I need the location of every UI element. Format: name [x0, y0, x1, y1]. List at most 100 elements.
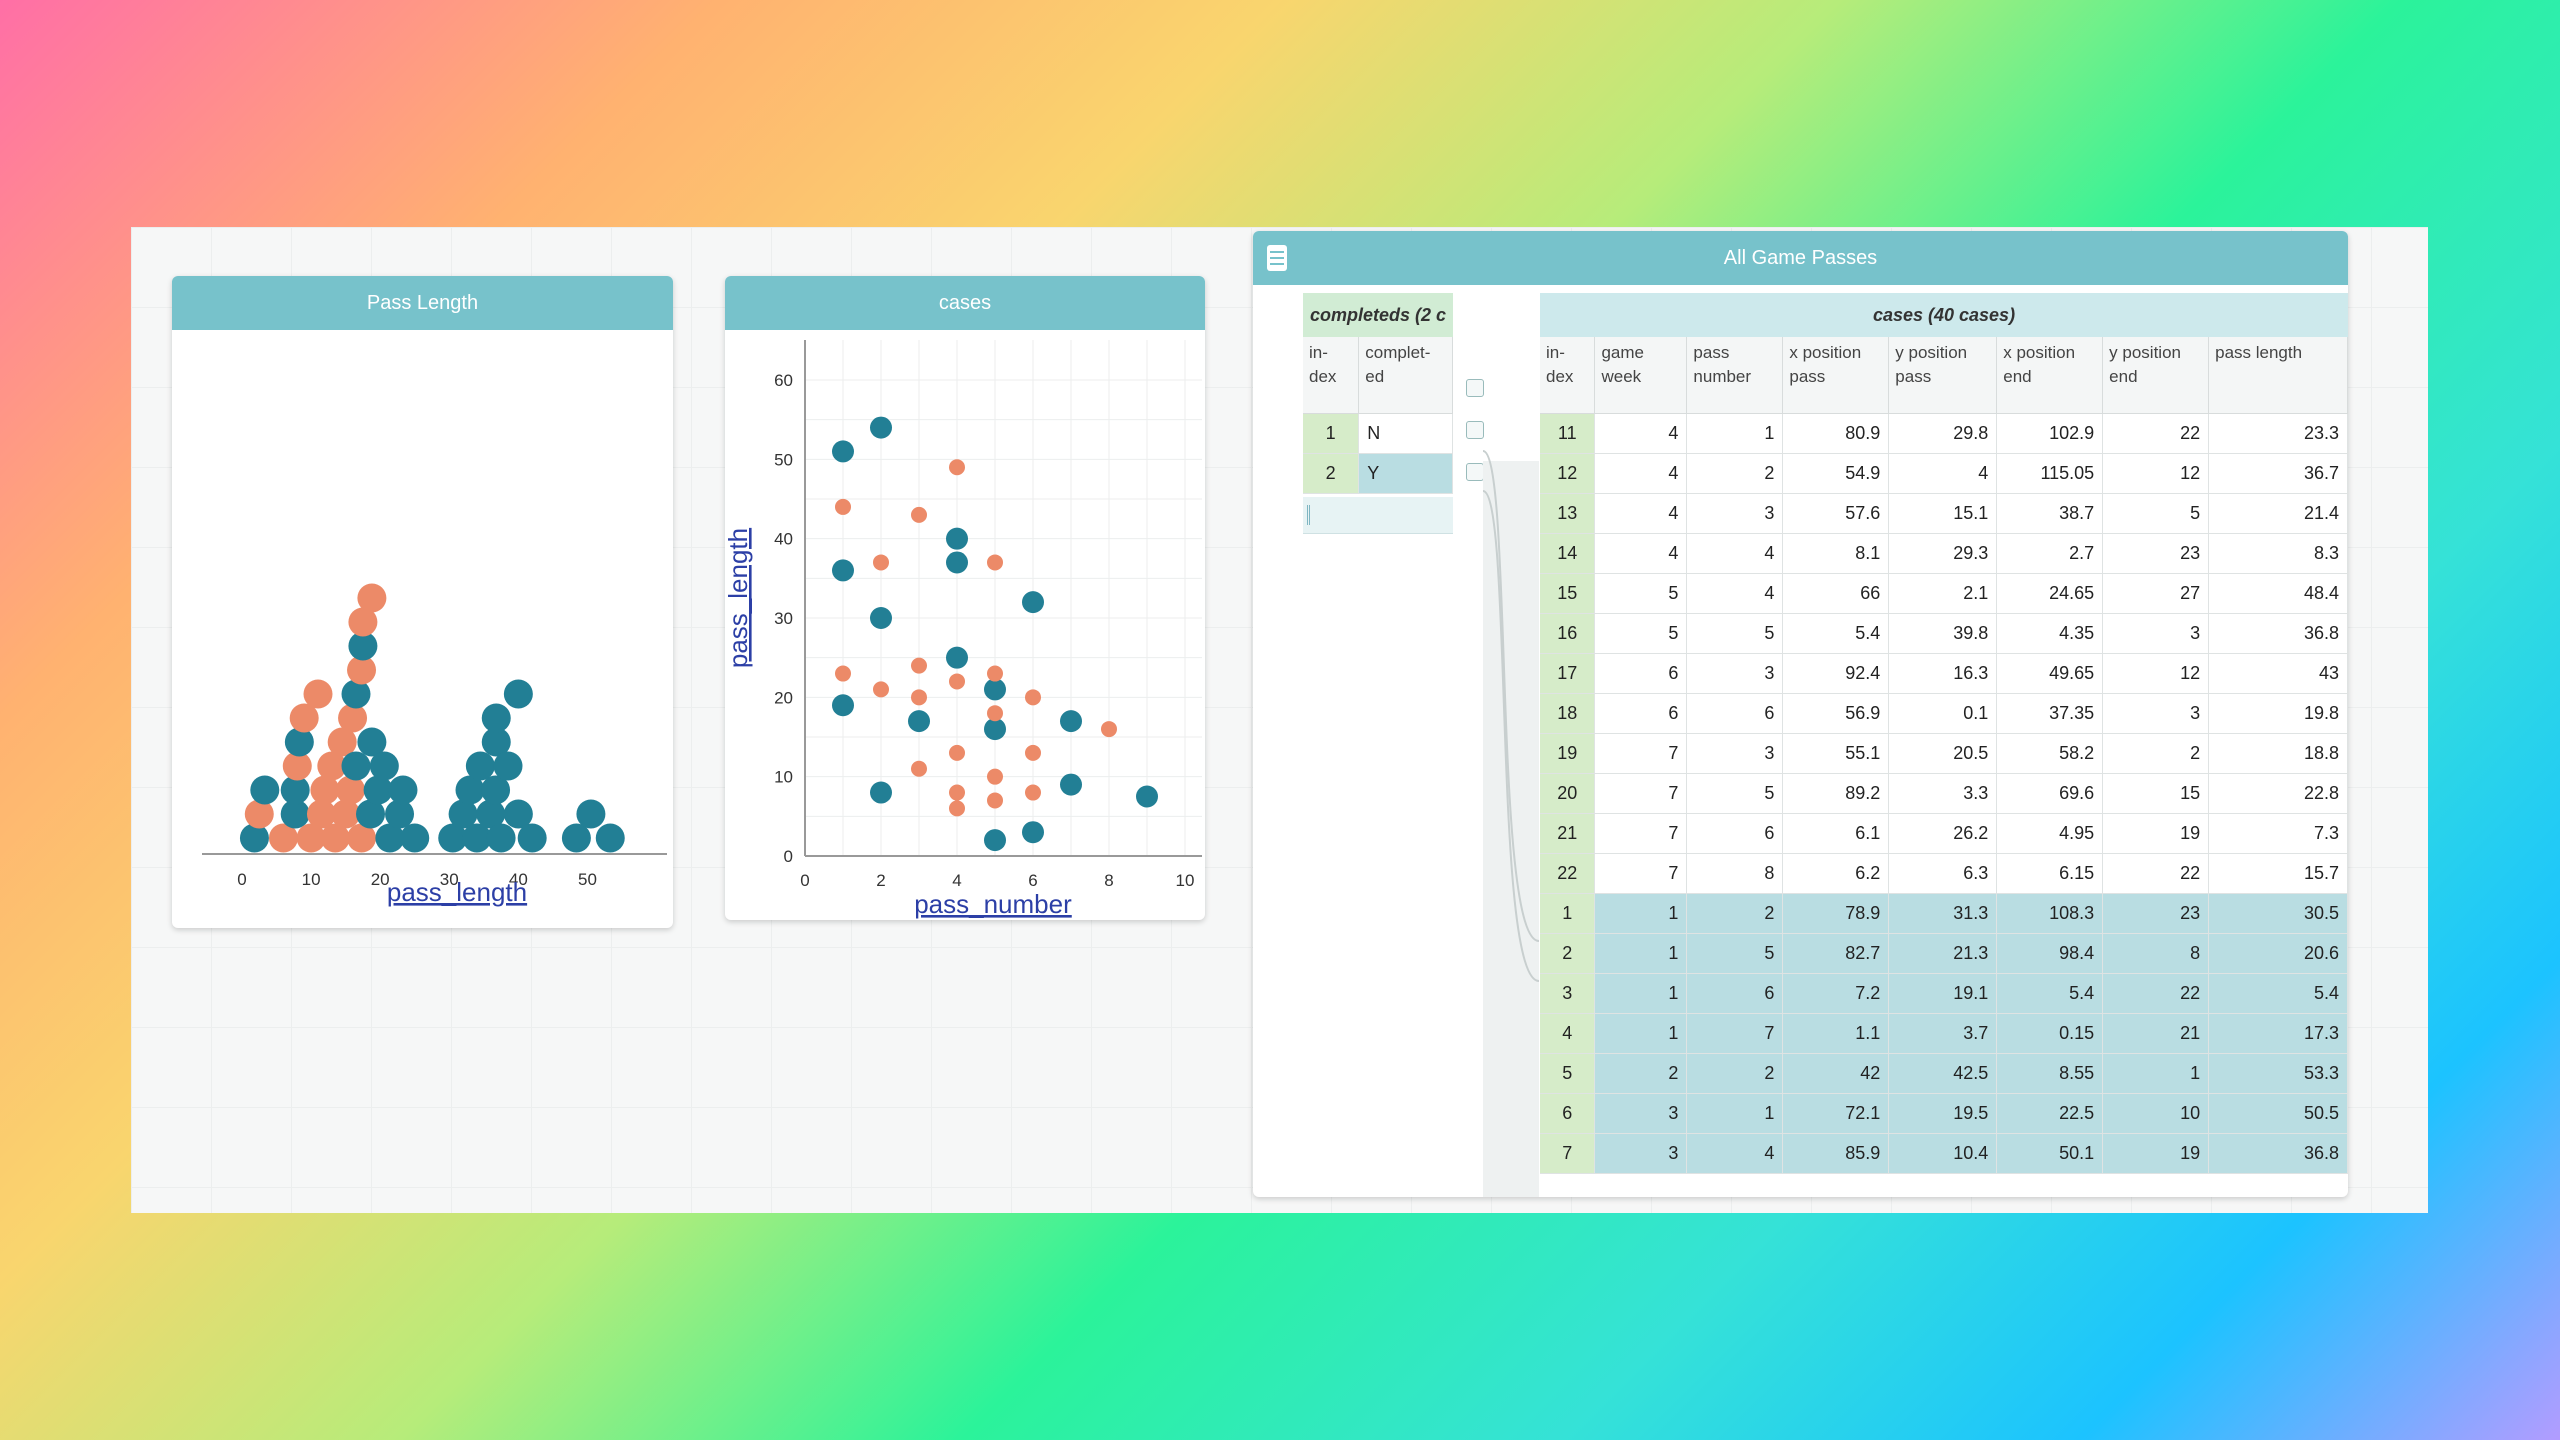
table-cell[interactable]: 3 — [1686, 733, 1784, 774]
row-index-cell[interactable]: 16 — [1540, 613, 1596, 654]
table-cell[interactable]: 6.15 — [1996, 853, 2104, 894]
table-cell[interactable]: 23 — [2102, 893, 2210, 934]
data-point[interactable] — [341, 679, 371, 709]
row-index-cell[interactable]: 15 — [1540, 573, 1596, 614]
data-point[interactable] — [303, 679, 333, 709]
table-cell[interactable]: 42 — [1782, 1053, 1890, 1094]
table-cell[interactable]: 92.4 — [1782, 653, 1890, 694]
data-point[interactable] — [341, 751, 371, 781]
row-index-cell[interactable]: 6 — [1540, 1093, 1596, 1134]
table-cell[interactable]: 43 — [2208, 653, 2348, 694]
table-cell[interactable]: 3.7 — [1888, 1013, 1998, 1054]
table-cell[interactable]: 2.7 — [1996, 533, 2104, 574]
table-row[interactable]: 4 1 7 1.1 3.7 0.15 21 17.3 — [1540, 1013, 2348, 1054]
data-point[interactable] — [1025, 784, 1041, 801]
table-cell[interactable]: 5.4 — [2208, 973, 2348, 1014]
table-cell[interactable]: 8.1 — [1782, 533, 1890, 574]
table-cell[interactable]: 22 — [2102, 413, 2210, 454]
table-cell[interactable]: 4 — [1594, 533, 1688, 574]
table-cell[interactable]: 4.35 — [1996, 613, 2104, 654]
table-cell[interactable]: 3 — [2102, 613, 2210, 654]
table-cell[interactable]: 21.3 — [1888, 933, 1998, 974]
data-point[interactable] — [873, 681, 889, 698]
column-header[interactable]: x position pass — [1782, 337, 1890, 414]
table-cell[interactable]: 7 — [1686, 1013, 1784, 1054]
drag-handle-icon[interactable] — [1307, 505, 1322, 525]
table-cell[interactable]: 23.3 — [2208, 413, 2348, 454]
data-point[interactable] — [1025, 689, 1041, 706]
row-index-cell[interactable]: 2 — [1303, 453, 1360, 494]
x-axis-title[interactable]: pass_number — [914, 889, 1072, 919]
column-header[interactable]: pass length — [2208, 337, 2348, 414]
table-cell[interactable]: 31.3 — [1888, 893, 1998, 934]
table-cell[interactable]: 7 — [1594, 773, 1688, 814]
table-cell[interactable]: 56.9 — [1782, 693, 1890, 734]
data-point[interactable] — [331, 799, 361, 829]
data-point[interactable] — [870, 607, 892, 629]
graph-title[interactable]: Pass Length — [172, 276, 673, 330]
table-row[interactable]: 7 3 4 85.9 10.4 50.1 19 36.8 — [1540, 1133, 2348, 1174]
table-cell[interactable]: 4.95 — [1996, 813, 2104, 854]
data-point[interactable] — [987, 554, 1003, 571]
data-point[interactable] — [357, 583, 387, 613]
table-cell[interactable]: 15.1 — [1888, 493, 1998, 534]
data-point[interactable] — [949, 784, 965, 801]
table-cell[interactable]: 1 — [1594, 1013, 1688, 1054]
table-cell[interactable]: 3 — [1686, 653, 1784, 694]
table-cell[interactable]: 36.8 — [2208, 1133, 2348, 1174]
data-point[interactable] — [486, 823, 516, 853]
column-header[interactable]: pass number — [1686, 337, 1784, 414]
table-cell[interactable]: 30.5 — [2208, 893, 2348, 934]
table-row[interactable]: 21 7 6 6.1 26.2 4.95 19 7.3 — [1540, 813, 2348, 854]
column-header[interactable]: x position end — [1996, 337, 2104, 414]
table-cell[interactable]: 6.3 — [1888, 853, 1998, 894]
table-row[interactable]: 3 1 6 7.2 19.1 5.4 22 5.4 — [1540, 973, 2348, 1014]
table-cell[interactable]: 82.7 — [1782, 933, 1890, 974]
table-cell[interactable]: 22.5 — [1996, 1093, 2104, 1134]
table-cell[interactable]: 19.8 — [2208, 693, 2348, 734]
data-point[interactable] — [284, 727, 314, 757]
table-row[interactable]: 22 7 8 6.2 6.3 6.15 22 15.7 — [1540, 853, 2348, 894]
table-cell[interactable]: 2 — [1594, 1053, 1688, 1094]
table-cell[interactable]: 102.9 — [1996, 413, 2104, 454]
table-cell[interactable]: 49.65 — [1996, 653, 2104, 694]
row-index-cell[interactable]: 2 — [1540, 933, 1596, 974]
table-cell[interactable]: 21 — [2102, 1013, 2210, 1054]
table-cell[interactable]: 108.3 — [1996, 893, 2104, 934]
table-cell[interactable]: 50.5 — [2208, 1093, 2348, 1134]
data-point[interactable] — [493, 751, 523, 781]
table-cell[interactable]: 54.9 — [1782, 453, 1890, 494]
table-cell[interactable]: 20.5 — [1888, 733, 1998, 774]
new-row-placeholder[interactable] — [1303, 497, 1453, 534]
table-cell[interactable]: 3.3 — [1888, 773, 1998, 814]
table-cell[interactable]: 4 — [1594, 493, 1688, 534]
table-cell[interactable]: 19.5 — [1888, 1093, 1998, 1134]
table-cell[interactable]: 26.2 — [1888, 813, 1998, 854]
table-cell[interactable]: 22.8 — [2208, 773, 2348, 814]
table-cell[interactable]: 4 — [1686, 533, 1784, 574]
row-index-cell[interactable]: 11 — [1540, 413, 1596, 454]
data-point[interactable] — [465, 751, 495, 781]
table-cell[interactable]: 36.7 — [2208, 453, 2348, 494]
table-cell[interactable]: 6 — [1686, 973, 1784, 1014]
graph-title[interactable]: cases — [725, 276, 1205, 330]
data-point[interactable] — [1060, 773, 1082, 796]
table-cell[interactable]: 5.4 — [1996, 973, 2104, 1014]
table-cell[interactable]: 5 — [1686, 933, 1784, 974]
table-row[interactable]: 18 6 6 56.9 0.1 37.35 3 19.8 — [1540, 693, 2348, 734]
table-cell[interactable]: 55.1 — [1782, 733, 1890, 774]
data-point[interactable] — [984, 678, 1006, 701]
table-cell[interactable]: 1.1 — [1782, 1013, 1890, 1054]
table-row[interactable]: 11 4 1 80.9 29.8 102.9 22 23.3 — [1540, 413, 2348, 454]
row-index-cell[interactable]: 19 — [1540, 733, 1596, 774]
table-cell[interactable]: 3 — [2102, 693, 2210, 734]
row-index-cell[interactable]: 4 — [1540, 1013, 1596, 1054]
table-cell[interactable]: 72.1 — [1782, 1093, 1890, 1134]
data-point[interactable] — [949, 459, 965, 476]
data-point[interactable] — [987, 768, 1003, 785]
row-index-cell[interactable]: 13 — [1540, 493, 1596, 534]
row-index-cell[interactable]: 17 — [1540, 653, 1596, 694]
column-header[interactable]: in-dex — [1303, 337, 1360, 414]
table-cell[interactable]: 38.7 — [1996, 493, 2104, 534]
table-cell[interactable]: 5 — [1686, 773, 1784, 814]
